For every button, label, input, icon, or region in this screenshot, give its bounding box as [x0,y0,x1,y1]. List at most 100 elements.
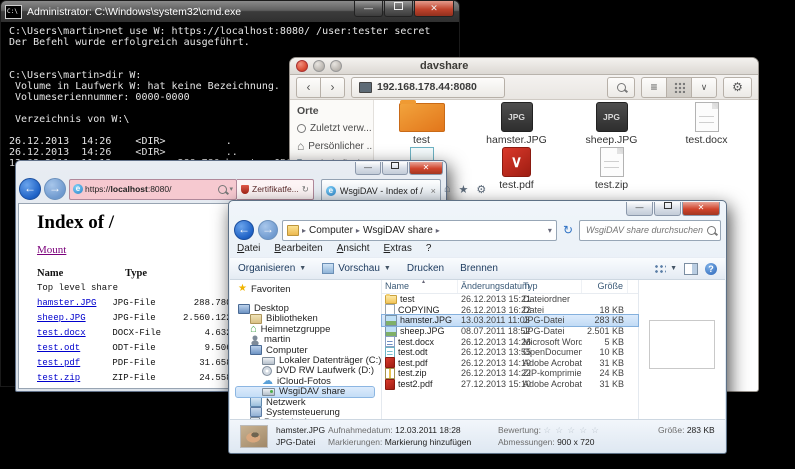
back-button[interactable]: ← [234,220,254,240]
maximize-button[interactable] [654,202,681,216]
chevron-down-icon[interactable]: ▾ [229,185,233,193]
nav-tree-item[interactable]: iCloud-Fotos [236,376,381,386]
file-link[interactable]: test.docx [37,326,107,341]
file-row[interactable]: test.zip 26.12.2013 14:22 ZIP-komprimier… [382,368,638,379]
nav-item-label: Bibliotheken [266,313,318,324]
forward-button[interactable]: → [258,220,278,240]
location-button[interactable]: 192.168.178.44:8080 [351,77,505,98]
cmd-titlebar[interactable]: Administrator: C:\Windows\system32\cmd.e… [1,1,459,22]
file-row[interactable]: test 26.12.2013 15:21 Dateiordner [382,294,638,305]
breadcrumb-computer[interactable]: Computer [309,225,353,236]
browser-tab[interactable]: WsgiDAV - Index of / × [321,179,441,201]
organize-button[interactable]: Organisieren▼ [238,263,306,274]
column-header-name[interactable]: Name [382,280,458,293]
breadcrumb-current[interactable]: WsgiDAV share [363,225,433,236]
minimize-icon[interactable] [313,60,325,72]
file-row[interactable]: test.odt 26.12.2013 13:55 OpenDocument T… [382,347,638,358]
search-box[interactable] [579,220,721,241]
menu-item[interactable]: Bearbeiten [274,243,322,256]
view-options-button[interactable]: ∨ [691,77,717,98]
file-row[interactable]: hamster.JPG 13.03.2011 11:03 JPG-Datei 2… [382,315,638,326]
command-bar: Organisieren▼ Vorschau▼ Drucken Brennen … [230,257,725,280]
nav-tree-item[interactable]: Computer [236,345,381,355]
minimize-button[interactable]: — [626,202,653,216]
nav-tree-item[interactable]: Heimnetzgruppe [236,324,381,334]
column-header-date[interactable]: Änderungsdatum [458,280,520,293]
file-grid-item[interactable]: test [374,101,469,146]
home-icon[interactable]: ⌂ [444,183,451,195]
mount-link[interactable]: Mount [37,244,66,256]
forward-button[interactable]: → [44,178,66,200]
file-grid-item[interactable]: sheep.JPG [564,101,659,146]
help-icon[interactable]: ? [705,263,717,275]
nav-tree-item[interactable]: DVD RW Laufwerk (D:) [236,366,381,376]
file-link[interactable]: test.zip [37,371,107,386]
menu-item[interactable]: Datei [237,243,260,256]
refresh-icon[interactable]: ↻ [302,184,309,195]
search-input[interactable] [584,224,707,236]
minimize-button[interactable]: — [355,162,381,175]
file-grid-item[interactable]: test.docx [659,101,754,146]
nav-tree-item[interactable]: martin [236,335,381,345]
preview-pane-toggle[interactable] [684,263,698,275]
file-size: 2.501 KB [582,326,628,336]
minimize-button[interactable]: — [354,1,383,17]
forward-button[interactable]: › [320,77,345,98]
tab-close-icon[interactable]: × [431,186,436,196]
favorites-star-icon[interactable]: ★ [459,183,469,196]
preview-button[interactable]: Vorschau▼ [322,263,391,274]
nav-tree-item[interactable]: Desktop [236,303,381,313]
maximize-icon[interactable] [330,60,342,72]
menu-item[interactable]: Ansicht [337,243,370,256]
maximize-button[interactable] [384,1,413,17]
menu-item[interactable]: ? [426,243,432,256]
tools-gear-icon[interactable]: ⚙ [476,183,486,196]
search-icon[interactable] [218,185,227,194]
file-row[interactable]: COPYING 26.12.2013 16:22 Datei 18 KB [382,305,638,316]
file-grid-item[interactable]: hamster.JPG [469,101,564,146]
places-item[interactable]: Zuletzt verw... [297,123,373,134]
close-button[interactable]: ✕ [414,1,454,17]
nav-tree-item[interactable]: WsgiDAV share [236,387,374,397]
file-row[interactable]: test.pdf 26.12.2013 14:19 Adobe Acrobat … [382,358,638,369]
close-button[interactable]: ✕ [409,162,443,175]
nav-tree-item[interactable]: Favoriten [236,284,381,294]
file-link[interactable]: test.pdf [37,356,107,371]
history-dropdown-icon[interactable]: ▾ [548,226,552,235]
file-link[interactable]: sheep.JPG [37,311,107,326]
print-button[interactable]: Drucken [407,263,444,274]
search-button[interactable] [607,77,635,98]
gear-button[interactable]: ⚙ [723,77,752,98]
file-row[interactable]: test.docx 26.12.2013 14:26 Microsoft Wor… [382,336,638,347]
address-bar[interactable]: https://localhost:8080/ ▾ [69,179,237,200]
close-icon[interactable] [296,60,308,72]
maximize-button[interactable] [382,162,408,175]
back-button[interactable]: ← [19,178,41,200]
list-view-button[interactable]: ≡ [641,77,666,98]
certificate-error-button[interactable]: Zertifikatfe... ↻ [237,179,314,200]
close-button[interactable]: ✕ [682,202,720,216]
column-header-size[interactable]: Größe [582,280,628,293]
back-button[interactable]: ‹ [296,77,320,98]
grid-view-button[interactable] [666,77,691,98]
views-button[interactable]: ▼ [654,264,677,274]
add-tag-link[interactable]: Markierung hinzufügen [385,437,471,447]
nautilus-titlebar[interactable]: davshare [290,58,758,75]
rating-stars-icon[interactable]: ☆ ☆ ☆ ☆ ☆ [543,425,600,435]
refresh-icon[interactable]: ↻ [561,223,575,237]
nav-tree-item[interactable]: Bibliotheken [236,314,381,324]
burn-button[interactable]: Brennen [460,263,498,274]
file-date: 26.12.2013 14:22 [458,368,520,378]
file-grid-item[interactable]: test.zip [564,146,659,191]
file-link[interactable]: test.odt [37,341,107,356]
places-item[interactable]: Persönlicher ... [297,141,373,152]
file-row[interactable]: sheep.JPG 08.07.2011 18:52 JPG-Datei 2.5… [382,326,638,337]
menu-item[interactable]: Extras [384,243,412,256]
nav-tree-item[interactable]: Netzwerk [236,397,381,407]
nav-tree-item[interactable]: Systemsteuerung [236,407,381,417]
nav-tree-item[interactable]: Lokaler Datenträger (C:) [236,355,381,365]
file-row[interactable]: test2.pdf 27.12.2013 15:10 Adobe Acrobat… [382,379,638,390]
file-link[interactable]: hamster.JPG [37,296,107,311]
column-header-type[interactable]: Typ [520,280,582,293]
breadcrumb[interactable]: ▸ Computer ▸ WsgiDAV share ▸ ▾ [282,220,557,241]
